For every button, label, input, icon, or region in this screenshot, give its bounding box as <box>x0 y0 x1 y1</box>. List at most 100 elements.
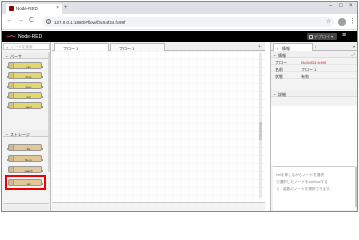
search-icon: ⌕ <box>6 45 8 50</box>
node-palette: ⌕ ノードを検索 ⌄ パーサ csv html json xml yaml ⌄ … <box>2 42 51 212</box>
app-title: Node-RED <box>18 34 42 40</box>
section-label: 詳細 <box>278 92 286 98</box>
output-port <box>41 148 43 150</box>
node-red-logo-icon <box>6 34 16 39</box>
tab-info[interactable]: i 情報 <box>273 43 313 51</box>
input-port <box>7 76 9 78</box>
output-port <box>41 170 43 172</box>
canvas-scroll-thumb[interactable] <box>259 122 262 140</box>
palette-scrollbar[interactable] <box>48 52 50 172</box>
info-row-flow: フロー f3c54f34.fc99f <box>271 58 357 65</box>
browser-window: Node-RED × + – □ × ← → C i 127.0.0.1:188… <box>1 1 358 212</box>
input-port <box>7 159 9 161</box>
chevron-down-icon: ⌄ <box>273 52 276 57</box>
node-icon <box>9 93 14 98</box>
sidebar-scrollbar[interactable] <box>355 167 357 207</box>
info-value: 有効 <box>301 74 309 80</box>
info-section-header[interactable]: ⌄ 情報 ⤢ <box>271 51 357 58</box>
main-menu-icon[interactable]: ≡ <box>342 32 346 39</box>
chevron-down-icon: ⌄ <box>5 131 8 136</box>
close-tab-icon[interactable]: × <box>56 5 59 11</box>
maximize-button[interactable]: □ <box>339 3 343 9</box>
node-icon <box>9 73 14 78</box>
output-port <box>41 96 43 98</box>
output-port <box>41 106 43 108</box>
info-value: f3c54f34.fc99f <box>301 60 326 65</box>
palette-node-csv[interactable]: csv <box>8 62 42 69</box>
browser-tab[interactable]: Node-RED × <box>6 4 62 14</box>
palette-category-storage[interactable]: ⌄ ストレージ <box>3 130 49 137</box>
deploy-label: デプロイ ▾ <box>314 34 333 40</box>
sidebar: i 情報 i ▾ ⌄ 情報 ⤢ フロー f3c54f34.fc99f 名前 フロ… <box>270 42 357 212</box>
node-label: csv <box>15 65 42 69</box>
site-info-icon[interactable]: i <box>46 19 51 24</box>
flow-canvas[interactable] <box>52 51 265 202</box>
workspace: フロー 1 フロー 1 + <box>52 42 265 212</box>
output-port <box>41 66 43 68</box>
node-label: xml <box>15 95 42 99</box>
info-row-status: 状態 有効 <box>271 72 357 79</box>
browser-menu-icon[interactable]: ⋮ <box>349 17 356 25</box>
node-label: file in <box>15 158 42 162</box>
watch-icon <box>9 167 14 172</box>
file-icon <box>9 145 14 150</box>
output-port <box>41 159 43 161</box>
palette-node-yaml[interactable]: yaml <box>8 102 42 109</box>
chevron-down-icon: ⌄ <box>5 53 8 58</box>
node-label: html <box>15 75 42 79</box>
node-label: watch <box>15 169 42 173</box>
deploy-button[interactable]: デプロイ ▾ <box>307 33 337 40</box>
palette-node-file-in[interactable]: file in <box>8 155 42 162</box>
palette-node-file[interactable]: file <box>8 144 42 151</box>
browser-tab-strip: Node-RED × + – □ × <box>2 2 357 14</box>
close-window-button[interactable]: × <box>349 3 353 9</box>
workspace-tab-flow-2[interactable]: フロー 1 <box>110 43 165 51</box>
tip-line: と、複数のノードを選択できます。 <box>276 187 333 192</box>
back-button[interactable]: ← <box>6 17 13 24</box>
category-label: ストレージ <box>10 132 30 138</box>
sidebar-tab-bar: i 情報 i ▾ <box>271 42 357 51</box>
url-text[interactable]: 127.0.0.1:1880/#flow/f3c54f34.fc99f <box>54 20 125 25</box>
detail-section-header[interactable]: ⌄ 詳細 <box>271 90 357 97</box>
palette-search-input[interactable]: ⌕ ノードを検索 <box>3 43 50 50</box>
palette-node-watch[interactable]: watch <box>8 166 42 173</box>
node-label: file <box>15 147 42 151</box>
reload-button[interactable]: C <box>29 17 34 24</box>
chevron-down-icon[interactable]: ▾ <box>353 44 355 49</box>
input-port <box>7 106 9 108</box>
add-flow-button[interactable]: + <box>258 44 261 50</box>
account-avatar-icon[interactable] <box>338 18 346 26</box>
output-port <box>41 86 43 88</box>
palette-node-json[interactable]: json <box>8 82 42 89</box>
address-bar-row: ← → C i 127.0.0.1:1880/#flow/f3c54f34.fc… <box>2 14 357 30</box>
deploy-icon <box>309 35 313 39</box>
node-red-favicon-icon <box>9 6 14 11</box>
palette-search-placeholder: ノードを検索 <box>11 45 33 50</box>
input-port <box>7 66 9 68</box>
browser-tab-title: Node-RED <box>16 6 38 11</box>
node-label: json <box>15 85 42 89</box>
node-icon <box>9 103 14 108</box>
forward-button[interactable]: → <box>17 17 24 24</box>
bookmark-star-icon[interactable]: ☆ <box>326 18 331 25</box>
input-port <box>7 148 9 150</box>
address-bar[interactable]: i 127.0.0.1:1880/#flow/f3c54f34.fc99f ☆ <box>42 17 334 27</box>
palette-node-xml[interactable]: xml <box>8 92 42 99</box>
node-label: yaml <box>15 105 42 109</box>
tab-debug[interactable]: i <box>315 44 316 49</box>
tip-panel: ctrlを押しながらノードを選択 ⌘選択したノードをsubflowする と、複数… <box>273 166 355 210</box>
detail-panel <box>271 106 357 166</box>
palette-category-parser[interactable]: ⌄ パーサ <box>3 52 49 59</box>
output-port <box>41 76 43 78</box>
new-tab-button[interactable]: + <box>64 5 68 11</box>
node-red-header: Node-RED デプロイ ▾ ≡ <box>2 31 357 42</box>
workspace-tab-bar: フロー 1 フロー 1 + <box>52 42 265 51</box>
expand-icon[interactable]: ⤢ <box>352 52 355 57</box>
palette-footer <box>3 203 49 211</box>
minimize-button[interactable]: – <box>329 3 332 9</box>
tip-line: ⌘選択したノードをsubflowする <box>276 180 328 185</box>
chevron-down-icon: ⌄ <box>273 91 276 96</box>
info-icon: i <box>277 46 278 51</box>
info-row-name: 名前 フロー 1 <box>271 65 357 72</box>
palette-node-html[interactable]: html <box>8 72 42 79</box>
